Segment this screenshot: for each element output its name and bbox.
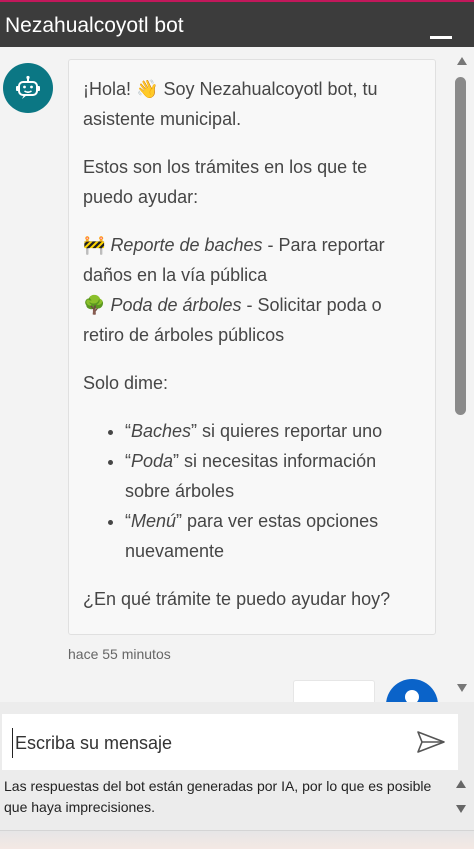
user-avatar bbox=[386, 679, 438, 702]
intro-text: Estos son los trámites en los que te pue… bbox=[83, 157, 368, 207]
user-icon bbox=[405, 690, 419, 702]
bot-icon bbox=[16, 75, 40, 99]
option-baches: “Baches” si quieres reportar uno bbox=[125, 416, 421, 446]
option-menu: “Menú” para ver estas opciones nuevament… bbox=[125, 506, 421, 566]
question-text: ¿En qué trámite te puedo ayudar hoy? bbox=[83, 589, 391, 609]
prompt-text: Solo dime: bbox=[83, 373, 169, 393]
chat-header: Nezahualcoyotl bot bbox=[0, 2, 474, 47]
options-list: “Baches” si quieres reportar uno “Poda” … bbox=[83, 416, 421, 566]
bot-message-bubble: ¡Hola! 👋 Soy Nezahualcoyotl bot, tu asis… bbox=[68, 59, 436, 635]
disclaimer-scroll-up-icon[interactable] bbox=[456, 780, 466, 788]
option-poda: “Poda” si necesitas información sobre ár… bbox=[125, 446, 421, 506]
service-tree-pruning: 🌳 Poda de árboles - Solicitar poda o ret… bbox=[83, 295, 382, 345]
services-list: 🚧 Reporte de baches - Para reportar daño… bbox=[83, 230, 421, 350]
message-input[interactable] bbox=[12, 728, 397, 758]
disclaimer-scroll-down-icon[interactable] bbox=[456, 805, 466, 813]
minimize-icon[interactable] bbox=[430, 36, 452, 39]
composer: Las respuestas del bot están generadas p… bbox=[0, 702, 474, 830]
waving-hand-emoji: 👋 bbox=[136, 79, 159, 99]
scroll-thumb[interactable] bbox=[455, 77, 466, 415]
scroll-up-arrow-icon[interactable] bbox=[457, 57, 467, 65]
send-icon[interactable] bbox=[416, 730, 446, 754]
message-list[interactable]: ¡Hola! 👋 Soy Nezahualcoyotl bot, tu asis… bbox=[0, 47, 474, 702]
message-input-box bbox=[2, 714, 458, 770]
user-message-bubble bbox=[293, 680, 375, 702]
message-timestamp: hace 55 minutos bbox=[68, 646, 171, 662]
scroll-down-arrow-icon[interactable] bbox=[457, 684, 467, 692]
bot-avatar bbox=[3, 63, 53, 113]
window-bottom-edge bbox=[0, 830, 474, 849]
service-potholes: 🚧 Reporte de baches - Para reportar daño… bbox=[83, 235, 385, 285]
ai-disclaimer: Las respuestas del bot están generadas p… bbox=[4, 778, 432, 815]
chat-title: Nezahualcoyotl bot bbox=[5, 14, 184, 37]
greeting: ¡Hola! 👋 Soy Nezahualcoyotl bot, tu asis… bbox=[83, 74, 421, 134]
construction-icon: 🚧 bbox=[83, 235, 106, 255]
tree-icon: 🌳 bbox=[83, 295, 106, 315]
chat-scrollbar[interactable] bbox=[452, 47, 472, 702]
